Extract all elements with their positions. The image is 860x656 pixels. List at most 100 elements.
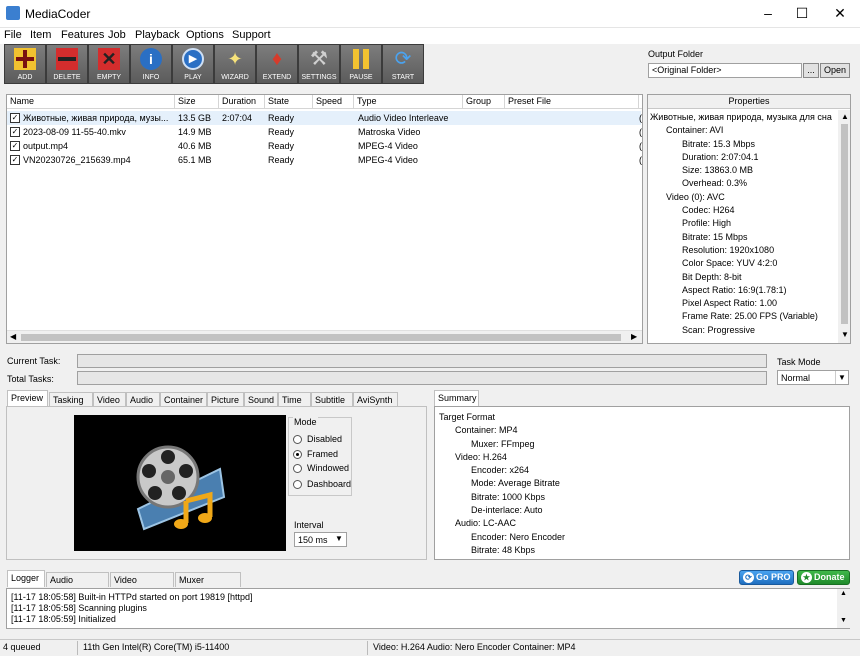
- info-button[interactable]: i INFO: [130, 44, 172, 84]
- col-speed[interactable]: Speed: [313, 95, 354, 109]
- file-list-hscrollbar[interactable]: ◀ ▶: [7, 330, 642, 343]
- maximize-button[interactable]: ☐: [784, 0, 820, 28]
- tree-item[interactable]: Frame Rate: 25.00 FPS (Variable): [650, 310, 840, 323]
- tree-item[interactable]: Pixel Aspect Ratio: 1.00: [650, 297, 840, 310]
- tree-item[interactable]: Color Space: YUV 4:2:0: [650, 257, 840, 270]
- wizard-button[interactable]: ✦ WIZARD: [214, 44, 256, 84]
- scroll-right-icon[interactable]: ▶: [631, 332, 637, 341]
- log-output[interactable]: [11-17 18:05:58] Built-in HTTPd started …: [6, 588, 850, 629]
- chevron-down-icon[interactable]: ▼: [335, 534, 343, 543]
- tab-time[interactable]: Time: [278, 392, 311, 407]
- tree-item[interactable]: Container: AVI: [650, 124, 840, 137]
- interval-select[interactable]: 150 ms ▼: [294, 532, 347, 547]
- tab-subtitle[interactable]: Subtitle: [311, 392, 353, 407]
- tab-logger[interactable]: Logger: [7, 570, 45, 587]
- col-state[interactable]: State: [265, 95, 313, 109]
- tab-container[interactable]: Container: [160, 392, 207, 407]
- tree-item[interactable]: Audio: LC-AAC: [439, 517, 565, 530]
- task-mode-select[interactable]: Normal ▼: [777, 370, 849, 385]
- file-list[interactable]: Name Size Duration State Speed Type Grou…: [6, 94, 643, 344]
- output-folder-field[interactable]: <Original Folder>: [648, 63, 802, 78]
- tree-item[interactable]: Container: MP4: [439, 424, 565, 437]
- browse-button[interactable]: ...: [803, 63, 819, 78]
- tree-item[interactable]: Bitrate: 48 Kbps: [439, 544, 565, 557]
- tree-item[interactable]: Bitrate: 1000 Kbps: [439, 491, 565, 504]
- tree-item[interactable]: Size: 13863.0 MB: [650, 164, 840, 177]
- mode-disabled-label[interactable]: Disabled: [307, 434, 342, 444]
- tree-item[interactable]: Bitrate: 15.3 Mbps: [650, 138, 840, 151]
- menu-support[interactable]: Support: [232, 28, 271, 44]
- tab-video-options[interactable]: Video Options: [110, 572, 174, 599]
- mode-framed-label[interactable]: Framed: [307, 449, 338, 459]
- properties-header[interactable]: Properties: [648, 95, 850, 109]
- row-checkbox[interactable]: ✓: [10, 113, 20, 123]
- tab-tasking[interactable]: Tasking: [49, 392, 93, 407]
- delete-button[interactable]: DELETE: [46, 44, 88, 84]
- pause-button[interactable]: PAUSE: [340, 44, 382, 84]
- play-button[interactable]: ▶ PLAY: [172, 44, 214, 84]
- mode-windowed-radio[interactable]: [293, 464, 302, 473]
- tree-item[interactable]: Video: H.264: [439, 451, 565, 464]
- tree-item[interactable]: Muxer: FFmpeg: [439, 438, 565, 451]
- table-row[interactable]: ✓ VN20230726_215639.mp4 65.1 MB Ready MP…: [7, 153, 642, 167]
- col-name[interactable]: Name: [7, 95, 175, 109]
- open-folder-button[interactable]: Open: [820, 63, 850, 78]
- col-preset[interactable]: Preset File: [505, 95, 639, 109]
- tree-item[interactable]: Encoder: Nero Encoder: [439, 531, 565, 544]
- tab-video[interactable]: Video: [93, 392, 126, 407]
- scroll-down-icon[interactable]: ▼: [840, 617, 847, 624]
- donate-button[interactable]: ★ Donate: [797, 570, 850, 585]
- table-row[interactable]: ✓ output.mp4 40.6 MB Ready MPEG-4 Video …: [7, 139, 642, 153]
- menu-features[interactable]: Features: [61, 28, 104, 44]
- mode-dashboard-radio[interactable]: [293, 480, 302, 489]
- settings-button[interactable]: ⚒ SETTINGS: [298, 44, 340, 84]
- tree-item[interactable]: Encoder: x264: [439, 464, 565, 477]
- tree-item[interactable]: Overhead: 0.3%: [650, 177, 840, 190]
- tree-item[interactable]: Codec: H264: [650, 204, 840, 217]
- tree-item[interactable]: Target Format: [439, 411, 565, 424]
- row-checkbox[interactable]: ✓: [10, 155, 20, 165]
- tree-item[interactable]: Duration: 2:07:04.1: [650, 151, 840, 164]
- tree-item[interactable]: Scan: Progressive: [650, 324, 840, 337]
- tree-item[interactable]: Profile: High: [650, 217, 840, 230]
- col-size[interactable]: Size: [175, 95, 219, 109]
- start-button[interactable]: ⟳ START: [382, 44, 424, 84]
- col-group[interactable]: Group: [463, 95, 505, 109]
- menu-job[interactable]: Job: [108, 28, 126, 44]
- col-type[interactable]: Type: [354, 95, 463, 109]
- tab-preview[interactable]: Preview: [7, 390, 48, 407]
- table-row[interactable]: ✓ 2023-08-09 11-55-40.mkv 14.9 MB Ready …: [7, 125, 642, 139]
- properties-vscrollbar[interactable]: ▲ ▼: [838, 110, 850, 343]
- tab-picture[interactable]: Picture: [207, 392, 244, 407]
- scroll-up-icon[interactable]: ▲: [840, 590, 847, 597]
- table-row[interactable]: ✓ Животные, живая природа, музы... 13.5 …: [7, 111, 642, 125]
- mode-disabled-radio[interactable]: [293, 435, 302, 444]
- tab-audio[interactable]: Audio: [126, 392, 160, 407]
- col-duration[interactable]: Duration: [219, 95, 265, 109]
- scroll-up-icon[interactable]: ▲: [841, 112, 849, 121]
- log-vscrollbar[interactable]: ▲ ▼: [837, 589, 850, 628]
- tree-item[interactable]: Bit Depth: 8-bit: [650, 271, 840, 284]
- go-pro-button[interactable]: ⟳ Go PRO: [739, 570, 794, 585]
- tree-item[interactable]: Mode: Average Bitrate: [439, 477, 565, 490]
- tab-avisynth[interactable]: AviSynth: [353, 392, 398, 407]
- scroll-down-icon[interactable]: ▼: [841, 330, 849, 339]
- row-checkbox[interactable]: ✓: [10, 127, 20, 137]
- tab-sound[interactable]: Sound: [244, 392, 278, 407]
- add-button[interactable]: ADD: [4, 44, 46, 84]
- scroll-thumb[interactable]: [21, 334, 621, 341]
- menu-item[interactable]: Item: [30, 28, 51, 44]
- extend-button[interactable]: ♦ EXTEND: [256, 44, 298, 84]
- menu-playback[interactable]: Playback: [135, 28, 180, 44]
- chevron-down-icon[interactable]: ▼: [835, 371, 848, 384]
- row-checkbox[interactable]: ✓: [10, 141, 20, 151]
- tree-item[interactable]: Video (0): AVC: [650, 191, 840, 204]
- empty-button[interactable]: ✕ EMPTY: [88, 44, 130, 84]
- tab-summary[interactable]: Summary: [434, 390, 479, 407]
- scroll-left-icon[interactable]: ◀: [10, 332, 16, 341]
- scroll-thumb[interactable]: [841, 124, 848, 324]
- close-button[interactable]: ✕: [822, 0, 858, 28]
- col-f[interactable]: F: [639, 95, 642, 109]
- tree-item[interactable]: Bitrate: 15 Mbps: [650, 231, 840, 244]
- mode-framed-radio[interactable]: [293, 450, 302, 459]
